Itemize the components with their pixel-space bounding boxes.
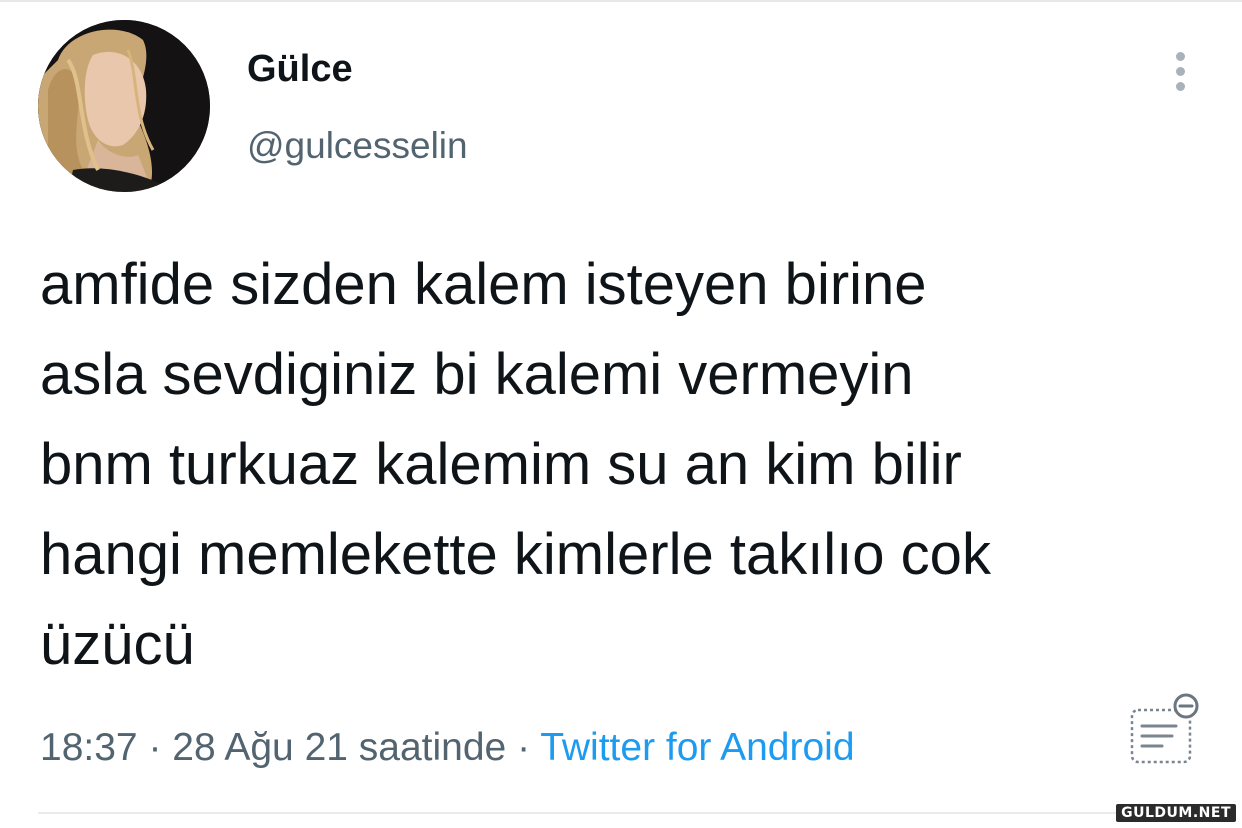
tweet-date[interactable]: 28 Ağu 21 saatinde [172,726,506,769]
tweet-line: üzücü [40,612,195,677]
more-vertical-icon [1175,51,1185,61]
avatar[interactable] [38,20,210,192]
tweet-line: asla sevdiginiz bi kalemi vermeyin [40,342,914,407]
tweet-line: bnm turkuaz kalemim su an kim bilir [40,432,962,497]
more-vertical-icon-dot [1175,81,1185,91]
display-name[interactable]: Gülce [247,46,353,92]
reader-mode-icon[interactable] [1126,690,1206,770]
avatar-photo [38,20,210,192]
tweet-meta: 18:37 · 28 Ağu 21 saatinde · Twitter for… [40,724,855,772]
bottom-divider [38,812,1204,814]
tweet-line: amfide sizden kalem isteyen birine [40,252,927,317]
tweet-source-link[interactable]: Twitter for Android [540,726,854,769]
user-handle[interactable]: @gulcesselin [247,124,468,168]
top-divider [0,0,1242,2]
more-vertical-icon-dot [1175,66,1185,76]
more-options-button[interactable] [1160,48,1200,94]
meta-separator: · [506,726,541,769]
tweet-time[interactable]: 18:37 [40,726,138,769]
meta-separator: · [137,726,173,769]
tweet-line: hangi memlekette kimlerle takılıo cok [40,522,991,587]
watermark: GULDUM.NET [1116,804,1236,822]
tweet-text: amfide sizden kalem isteyen birine asla … [40,240,1210,690]
